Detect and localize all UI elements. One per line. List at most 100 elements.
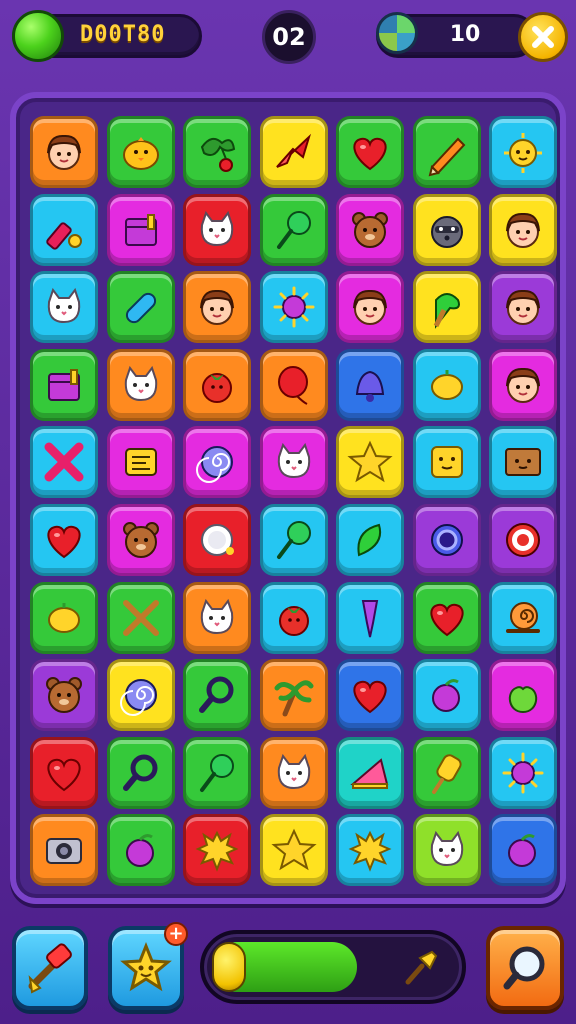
tile-r10-c5[interactable] bbox=[336, 814, 404, 887]
tile-r3-c1[interactable] bbox=[30, 271, 98, 344]
tile-r7-c5[interactable] bbox=[336, 581, 404, 654]
tile-r1-c4[interactable] bbox=[259, 116, 328, 188]
tile-r7-c3[interactable] bbox=[183, 581, 251, 654]
powerup-hammer-button[interactable] bbox=[12, 926, 88, 1010]
tile-r2-c5[interactable] bbox=[336, 193, 404, 266]
tile-r1-c2[interactable] bbox=[106, 116, 175, 188]
tile-r4-c2[interactable] bbox=[106, 348, 175, 421]
tile-r9-c4[interactable] bbox=[259, 736, 328, 809]
tile-r4-c1[interactable] bbox=[30, 348, 98, 421]
tile-r4-c6[interactable] bbox=[412, 348, 481, 421]
tile-r7-c1[interactable] bbox=[30, 581, 98, 654]
bear-face-icon bbox=[46, 677, 82, 714]
tile-r8-c2[interactable] bbox=[106, 659, 175, 732]
tile-r2-c7[interactable] bbox=[489, 193, 557, 266]
tile-r3-c6[interactable] bbox=[412, 271, 481, 344]
tile-r4-c7[interactable] bbox=[489, 348, 557, 421]
virus-icon bbox=[502, 752, 544, 794]
tile-r8-c6[interactable] bbox=[412, 659, 481, 732]
crystal-icon bbox=[361, 599, 379, 637]
cheese-icon bbox=[350, 757, 389, 789]
tile-r6-c5[interactable] bbox=[336, 503, 404, 576]
powerup-star-button[interactable]: + bbox=[108, 922, 188, 1010]
tile-r9-c7[interactable] bbox=[489, 736, 557, 809]
tile-r6-c4[interactable] bbox=[259, 503, 328, 576]
girl-face-icon bbox=[506, 212, 540, 248]
girl-face-icon bbox=[506, 367, 540, 403]
tile-r2-c1[interactable] bbox=[30, 193, 98, 266]
tile-grid bbox=[30, 116, 557, 887]
tile-r5-c7[interactable] bbox=[489, 426, 557, 499]
level-progress-bar bbox=[200, 930, 466, 1004]
tile-r3-c4[interactable] bbox=[259, 271, 328, 344]
tile-r6-c7[interactable] bbox=[489, 503, 557, 576]
tile-r5-c6[interactable] bbox=[412, 426, 481, 499]
tile-r3-c3[interactable] bbox=[183, 271, 251, 344]
tile-r7-c2[interactable] bbox=[106, 581, 175, 654]
tile-r10-c6[interactable] bbox=[412, 814, 481, 887]
hint-search-button[interactable] bbox=[486, 926, 564, 1010]
tile-r5-c2[interactable] bbox=[106, 426, 175, 499]
tile-r9-c3[interactable] bbox=[183, 736, 251, 809]
tile-r2-c2[interactable] bbox=[106, 193, 175, 266]
tile-r3-c5[interactable] bbox=[336, 271, 404, 344]
add-powerup-badge[interactable]: + bbox=[164, 922, 188, 946]
tile-r1-c7[interactable] bbox=[489, 116, 557, 188]
heart-icon bbox=[47, 758, 81, 791]
heart-icon bbox=[353, 137, 387, 171]
balloon-icon bbox=[277, 365, 308, 405]
tile-r10-c3[interactable] bbox=[183, 814, 251, 887]
tile-r10-c2[interactable] bbox=[106, 814, 175, 887]
tile-r8-c3[interactable] bbox=[183, 659, 251, 732]
tile-r7-c4[interactable] bbox=[259, 581, 328, 654]
tile-r1-c6[interactable] bbox=[412, 116, 481, 188]
tile-r6-c3[interactable] bbox=[183, 503, 251, 576]
tile-r10-c4[interactable] bbox=[259, 814, 328, 887]
tile-r10-c1[interactable] bbox=[30, 814, 98, 887]
tile-r8-c1[interactable] bbox=[30, 659, 98, 732]
tile-r2-c3[interactable] bbox=[183, 193, 251, 266]
tile-r1-c1[interactable] bbox=[30, 116, 98, 188]
lollipop-icon bbox=[276, 520, 311, 559]
splat-icon bbox=[348, 831, 392, 873]
tile-r8-c4[interactable] bbox=[259, 659, 328, 732]
green-gem-icon bbox=[12, 10, 64, 62]
tile-r9-c5[interactable] bbox=[336, 736, 404, 809]
tile-r1-c3[interactable] bbox=[183, 116, 251, 188]
tile-r7-c6[interactable] bbox=[412, 581, 481, 654]
tile-r8-c7[interactable] bbox=[489, 659, 557, 732]
tile-r5-c1[interactable] bbox=[30, 426, 98, 499]
box-icon bbox=[48, 368, 80, 401]
tile-r6-c1[interactable] bbox=[30, 503, 98, 576]
close-button[interactable] bbox=[518, 12, 568, 62]
tile-r6-c6[interactable] bbox=[412, 503, 481, 576]
magnifier-icon bbox=[122, 754, 157, 791]
tile-r5-c3[interactable] bbox=[183, 426, 251, 499]
tile-r1-c5[interactable] bbox=[336, 116, 404, 188]
virus-icon bbox=[273, 286, 314, 328]
tile-r5-c5[interactable] bbox=[336, 426, 404, 499]
square-face-icon bbox=[430, 446, 463, 479]
tile-r8-c5[interactable] bbox=[336, 659, 404, 732]
tile-r4-c4[interactable] bbox=[259, 348, 328, 421]
tile-r3-c7[interactable] bbox=[489, 271, 557, 344]
tile-r5-c4[interactable] bbox=[259, 426, 328, 499]
tile-r7-c7[interactable] bbox=[489, 581, 557, 654]
tile-r9-c6[interactable] bbox=[412, 736, 481, 809]
tile-r3-c2[interactable] bbox=[106, 271, 175, 344]
tile-r2-c4[interactable] bbox=[259, 193, 328, 266]
girl-face-icon bbox=[200, 290, 234, 326]
coin-count: 10 bbox=[449, 22, 481, 47]
tile-r9-c2[interactable] bbox=[106, 736, 175, 809]
progress-start-cap bbox=[212, 942, 246, 992]
swirl-icon bbox=[119, 679, 157, 717]
tile-r9-c1[interactable] bbox=[30, 736, 98, 809]
tile-r6-c2[interactable] bbox=[106, 503, 175, 576]
bell-icon bbox=[355, 370, 385, 402]
tile-r10-c7[interactable] bbox=[489, 814, 557, 887]
tile-r4-c3[interactable] bbox=[183, 348, 251, 421]
plate-icon bbox=[201, 523, 234, 556]
tile-r4-c5[interactable] bbox=[336, 348, 404, 421]
girl-face-icon bbox=[353, 290, 387, 326]
tile-r2-c6[interactable] bbox=[412, 193, 481, 266]
